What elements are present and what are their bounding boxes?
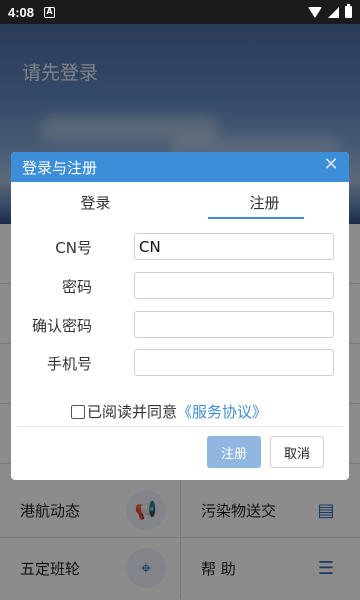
service-agreement-link[interactable]: 《服务协议》 xyxy=(177,401,267,422)
signal-icon xyxy=(328,6,339,18)
password-row: 密码 xyxy=(11,272,349,299)
notification-a-icon: A xyxy=(44,6,56,18)
wifi-icon xyxy=(308,6,322,18)
agreement-row: 已阅读并同意 《服务协议》 xyxy=(71,401,267,422)
agreement-checkbox[interactable] xyxy=(71,404,85,419)
cn-input[interactable] xyxy=(134,233,334,260)
close-icon[interactable]: ✕ xyxy=(323,156,339,174)
password-label: 密码 xyxy=(61,278,92,296)
tab-login[interactable]: 登录 xyxy=(11,182,180,222)
phone-input[interactable] xyxy=(134,349,334,376)
password-input[interactable] xyxy=(134,272,334,299)
confirm-password-row: 确认密码 xyxy=(11,311,349,338)
confirm-password-label: 确认密码 xyxy=(31,317,92,335)
login-register-dialog: 登录与注册 ✕ 登录 注册 CN号 密码 确认密码 手机号 已阅读并同意 《服务… xyxy=(11,152,349,480)
agreement-text: 已阅读并同意 xyxy=(87,403,178,421)
battery-icon xyxy=(345,4,352,18)
confirm-password-input[interactable] xyxy=(134,311,334,338)
cancel-button[interactable]: 取消 xyxy=(270,436,324,468)
phone-row: 手机号 xyxy=(11,349,349,376)
active-tab-indicator xyxy=(208,217,304,219)
cn-label: CN号 xyxy=(55,239,92,257)
tab-bar: 登录 注册 xyxy=(11,182,349,222)
clock: 4:08 xyxy=(8,4,35,20)
divider xyxy=(17,426,343,427)
register-button[interactable]: 注册 xyxy=(207,436,261,468)
tab-register[interactable]: 注册 xyxy=(180,182,349,222)
dialog-title-bar: 登录与注册 ✕ xyxy=(11,152,349,182)
dialog-title: 登录与注册 xyxy=(22,158,98,177)
cn-row: CN号 xyxy=(11,233,349,260)
phone-label: 手机号 xyxy=(46,355,92,373)
status-bar: 4:08 A xyxy=(0,0,360,24)
status-icons xyxy=(308,4,352,18)
